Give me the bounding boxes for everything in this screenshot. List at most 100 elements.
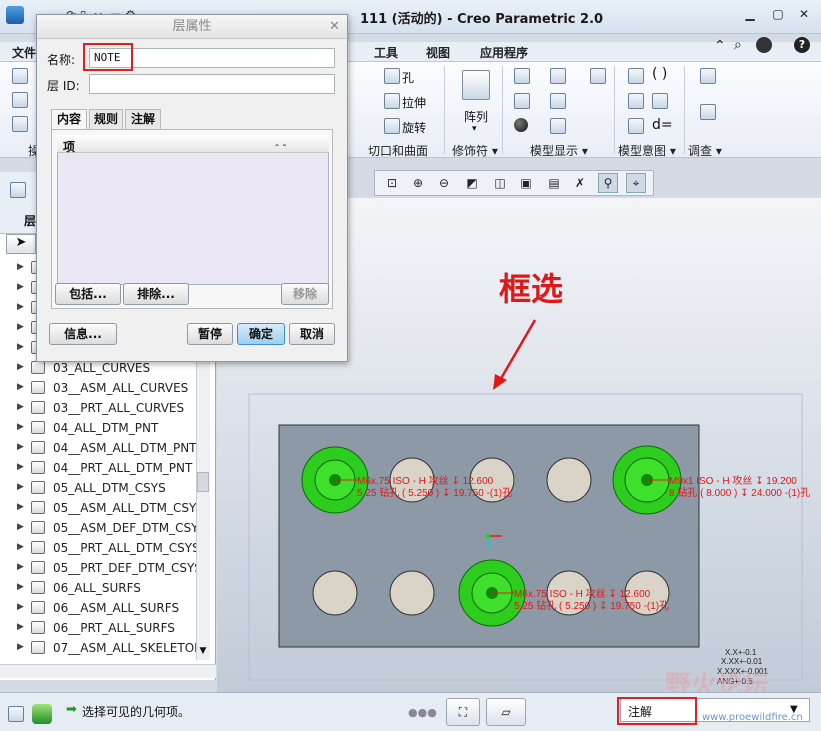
extrude-label[interactable]: 拉伸 <box>402 94 426 111</box>
layer-item[interactable]: ▶ 04_ALL_DTM_PNT <box>0 418 200 438</box>
ribbon-left-icon-1[interactable] <box>12 68 28 84</box>
zoom-out-icon[interactable]: ⊖ <box>434 173 454 193</box>
hole-callout-1a[interactable]: M6x.75 ISO - H 攻丝 ↧ 12.600 <box>357 474 494 487</box>
select-arrow-button[interactable]: ➤ <box>6 234 36 254</box>
close-window-icon[interactable]: ✕ <box>794 6 814 22</box>
menu-view[interactable]: 视图 <box>426 44 450 61</box>
expand-icon[interactable]: ▶ <box>17 502 24 512</box>
view-manager-icon[interactable] <box>550 118 566 134</box>
ribbon-left-icon-3[interactable] <box>12 116 28 132</box>
ribbon-left-icon-2[interactable] <box>12 92 28 108</box>
annotation-display-icon[interactable]: ⚲ <box>598 173 618 193</box>
expand-icon[interactable]: ▶ <box>17 482 24 492</box>
layer-item[interactable]: ▶ 06_ALL_SURFS <box>0 578 200 598</box>
hole-callout-2a[interactable]: M9x1 ISO - H 攻丝 ↧ 19.200 <box>669 474 797 487</box>
group-decorate[interactable]: 修饰符 ▾ <box>452 142 498 158</box>
family-table-icon[interactable] <box>628 68 644 84</box>
pattern-label[interactable]: 阵列 <box>464 108 488 125</box>
perspective-icon[interactable] <box>590 68 606 84</box>
maximize-icon[interactable]: ▢ <box>768 6 788 22</box>
saved-views-icon[interactable] <box>514 68 530 84</box>
cancel-button[interactable]: 取消 <box>289 323 335 345</box>
menu-apps[interactable]: 应用程序 <box>480 44 528 61</box>
menu-tools[interactable]: 工具 <box>374 44 398 61</box>
expand-icon[interactable]: ▶ <box>17 402 24 412</box>
repaint-icon[interactable]: ◩ <box>462 173 482 193</box>
dialog-close-icon[interactable]: ✕ <box>329 19 340 34</box>
saved-orientation-icon[interactable]: ▣ <box>516 173 536 193</box>
browser-toggle-icon[interactable] <box>32 704 52 724</box>
ok-button[interactable]: 确定 <box>237 323 285 345</box>
view-manager-tool-icon[interactable]: ▤ <box>544 173 564 193</box>
layer-item[interactable]: ▶ 07__ASM_ALL_SKELETON <box>0 638 203 658</box>
scrollbar-thumb[interactable] <box>197 472 209 492</box>
include-button[interactable]: 包括... <box>55 283 121 305</box>
layer-item[interactable]: ▶ 04__ASM_ALL_DTM_PNT <box>0 438 200 458</box>
hole-callout-1b[interactable]: 5.25 钻孔 ( 5.250 ) ↧ 19.750 -(1)孔 <box>357 486 512 499</box>
expand-icon[interactable]: ▶ <box>17 602 24 612</box>
find-icon[interactable]: ⛶ <box>446 698 480 726</box>
spin-center-icon[interactable]: ⌖ <box>626 173 646 193</box>
model-tree-tab-icon[interactable] <box>10 182 26 198</box>
pause-button[interactable]: 暂停 <box>187 323 233 345</box>
exclude-button[interactable]: 排除... <box>123 283 189 305</box>
layer-item[interactable]: ▶ 05__ASM_ALL_DTM_CSYS <box>0 498 204 518</box>
table-icon[interactable] <box>628 118 644 134</box>
layer-item[interactable]: ▶ 06__PRT_ALL_SURFS <box>0 618 200 638</box>
hole-label[interactable]: 孔 <box>402 69 414 86</box>
layer-item[interactable]: ▶ 05__PRT_DEF_DTM_CSYS <box>0 558 202 578</box>
expand-icon[interactable]: ▶ <box>17 362 24 372</box>
hole-icon[interactable] <box>384 68 400 84</box>
appearance-icon[interactable] <box>514 93 530 109</box>
group-investigate[interactable]: 调查 ▾ <box>688 142 722 158</box>
display-style-icon[interactable] <box>550 68 566 84</box>
measure-icon[interactable] <box>700 68 716 84</box>
section-icon[interactable] <box>550 93 566 109</box>
layer-item[interactable]: ▶ 06__ASM_ALL_SURFS <box>0 598 200 618</box>
minimize-icon[interactable]: ▁ <box>740 6 760 22</box>
extrude-icon[interactable] <box>384 93 400 109</box>
layer-item[interactable]: ▶ 05_ALL_DTM_CSYS <box>0 478 200 498</box>
expand-icon[interactable]: ▶ <box>17 462 24 472</box>
model-tree-toggle-icon[interactable] <box>8 706 24 722</box>
expand-icon[interactable]: ▶ <box>17 422 24 432</box>
menu-file[interactable]: 文件 <box>12 44 36 61</box>
items-list[interactable] <box>57 135 329 285</box>
remove-button[interactable]: 移除 <box>281 283 329 305</box>
hole-callout-3b[interactable]: 5.25 钻孔 ( 5.250 ) ↧ 19.750 -(1)孔 <box>514 599 669 612</box>
expand-icon[interactable]: ▶ <box>17 542 24 552</box>
parameters-icon[interactable] <box>652 93 668 109</box>
info-button[interactable]: 信息... <box>49 323 117 345</box>
d-equals-icon[interactable]: d= <box>652 117 673 133</box>
revolve-icon[interactable] <box>384 118 400 134</box>
community-icon[interactable] <box>756 37 772 53</box>
scroll-down-icon[interactable]: ▼ <box>196 646 210 660</box>
refit-icon[interactable]: ⊡ <box>382 173 402 193</box>
group-model-display[interactable]: 模型显示 ▾ <box>530 142 588 158</box>
expand-icon[interactable]: ▶ <box>17 382 24 392</box>
expand-icon[interactable]: ▶ <box>17 582 24 592</box>
tree-scrollbar[interactable] <box>196 340 210 660</box>
hole-circle[interactable] <box>546 457 592 503</box>
expand-icon[interactable]: ▶ <box>17 522 24 532</box>
pattern-icon[interactable] <box>462 70 490 100</box>
horizontal-scrollbar[interactable] <box>0 664 216 678</box>
relations-icon[interactable]: ( ) <box>652 66 667 82</box>
select-mode-icon[interactable]: ▱ <box>486 698 526 726</box>
datum-display-icon[interactable]: ✗ <box>570 173 590 193</box>
expand-icon[interactable]: ▶ <box>17 622 24 632</box>
hole-callout-2b[interactable]: 8 钻孔 ( 8.000 ) ↧ 24.000 -(1)孔 <box>669 486 810 499</box>
group-model-intent[interactable]: 模型意图 ▾ <box>618 142 676 158</box>
layer-id-field[interactable] <box>89 74 335 94</box>
collapse-ribbon-icon[interactable]: ⌃ <box>714 38 726 54</box>
switch-dimensions-icon[interactable] <box>628 93 644 109</box>
layer-item[interactable]: ▶ 03__ASM_ALL_CURVES <box>0 378 200 398</box>
chevron-down-icon[interactable]: ▾ <box>472 124 477 134</box>
layer-item[interactable]: ▶ 04__PRT_ALL_DTM_PNT <box>0 458 200 478</box>
hole-circle[interactable] <box>312 570 358 616</box>
group-cut-surface[interactable]: 切口和曲面 <box>368 142 428 158</box>
tab-rules[interactable]: 规则 <box>89 109 123 129</box>
scene-icon[interactable] <box>514 118 528 132</box>
tab-notes[interactable]: 注解 <box>125 109 161 129</box>
expand-icon[interactable]: ▶ <box>17 442 24 452</box>
